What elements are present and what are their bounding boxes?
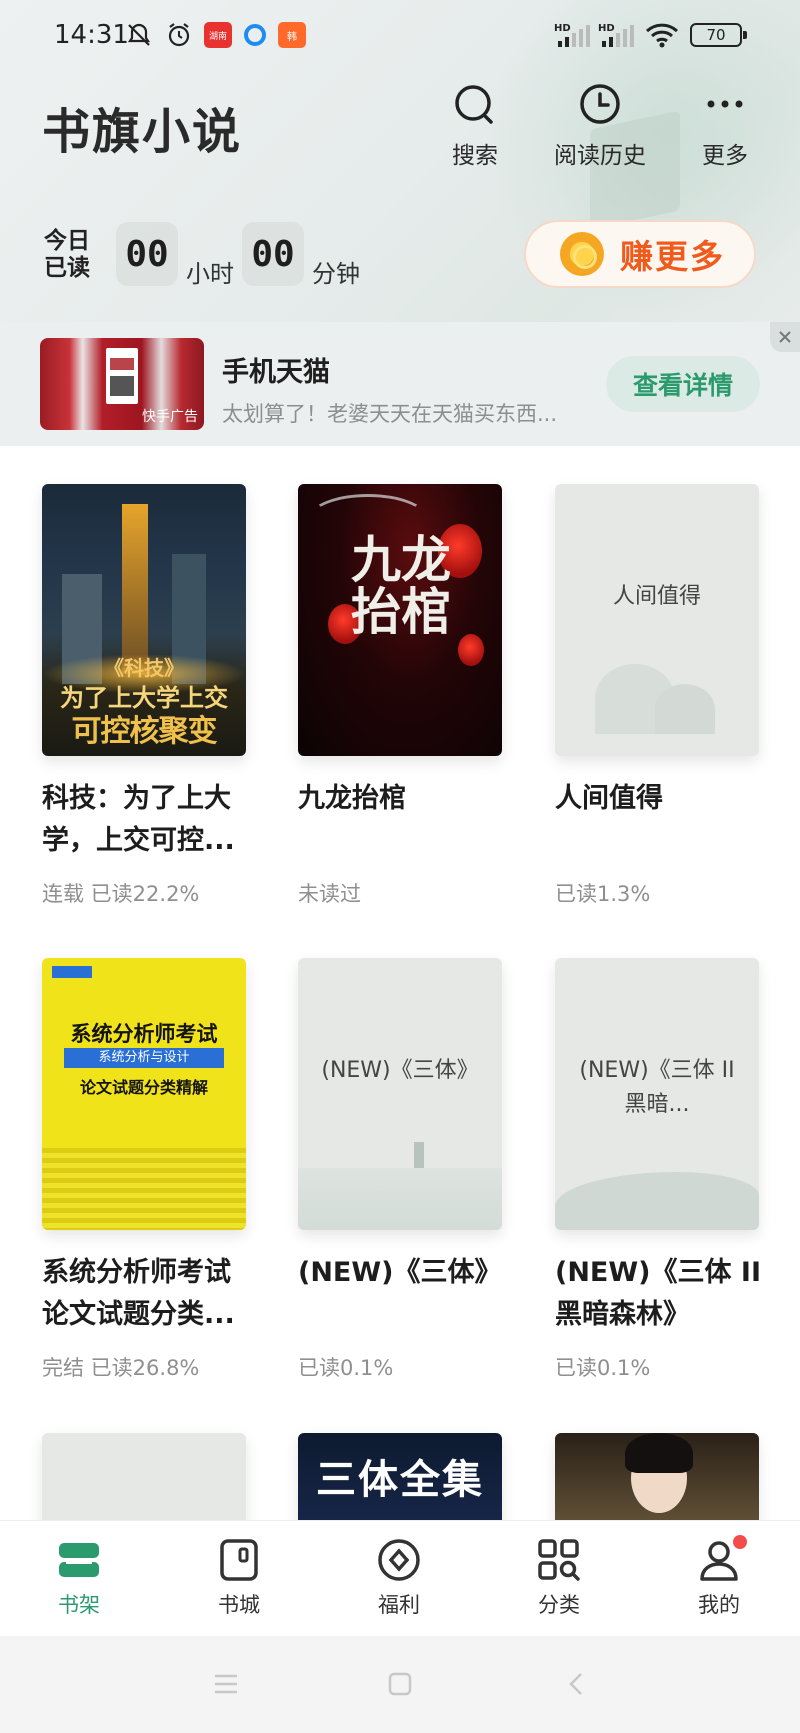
book-status: 已读0.1% [555, 1356, 651, 1380]
reading-history-button[interactable]: 阅读历史 [545, 82, 655, 170]
recent-apps-button[interactable] [206, 1666, 246, 1702]
book-status: 连载 已读22.2% [42, 882, 200, 906]
ad-title: 手机天猫 [222, 357, 330, 388]
ad-description: 太划算了！老婆天天在天猫买东西... [222, 402, 558, 426]
nav-category-label: 分类 [538, 1593, 580, 1617]
book-title: 人间值得 [555, 783, 663, 814]
search-icon [455, 85, 493, 124]
svg-text:HD: HD [554, 23, 571, 34]
cover-text: (NEW)《三体 II 黑暗... [579, 1058, 735, 1117]
ad-view-details-button[interactable]: 查看详情 [606, 356, 760, 412]
app-notification-icon [242, 22, 268, 48]
earn-more-button[interactable]: 赚更多 [524, 220, 756, 288]
book-item[interactable]: 系统分析师考试 系统分析与设计 论文试题分类精解 系统分析师考试论文试题分类..… [42, 958, 246, 1382]
notification-dot [733, 1535, 747, 1549]
category-icon [538, 1539, 580, 1581]
nav-category[interactable]: 分类 [499, 1537, 619, 1619]
nav-profile[interactable]: 我的 [659, 1535, 779, 1619]
nav-bookstore-label: 书城 [218, 1593, 260, 1617]
status-bar: 14:31 湖南 韩 HD HD 70 [0, 0, 800, 70]
mute-icon [124, 20, 154, 50]
battery-icon: 70 [690, 23, 747, 47]
bottom-navigation: 书架 书城 福利 分类 我的 [0, 1520, 800, 1636]
book-cover: (NEW)《三体》 [298, 958, 502, 1230]
nav-bookshelf-label: 书架 [58, 1593, 100, 1617]
close-icon [779, 331, 791, 343]
app-notification-icon: 韩 [278, 22, 306, 48]
hours-unit: 小时 [186, 260, 234, 288]
book-item[interactable]: 《科技》 为了上大学上交 可控核聚变 科技：为了上大学，上交可控... 连载 已… [42, 484, 246, 908]
book-item[interactable]: 人间值得 人间值得 已读1.3% [555, 484, 759, 908]
coin-icon [560, 232, 604, 276]
book-item[interactable]: 九龙抬棺 九龙抬棺 未读过 [298, 484, 502, 908]
cover-text: 九龙抬棺 [351, 530, 451, 641]
book-cover: 九龙抬棺 [298, 484, 502, 756]
ad-source-label: 快手广告 [142, 409, 198, 425]
ad-close-button[interactable] [770, 322, 800, 352]
system-navigation-bar [0, 1636, 800, 1733]
today-read-label: 今日已读 [44, 228, 90, 281]
book-status: 未读过 [298, 882, 361, 906]
nav-bookstore[interactable]: 书城 [179, 1537, 299, 1619]
cover-text: 可控核聚变 [71, 714, 218, 749]
back-chevron-icon [569, 1673, 582, 1695]
earn-more-label: 赚更多 [620, 237, 725, 276]
book-title: (NEW)《三体》 [298, 1257, 502, 1288]
book-item[interactable]: (NEW)《三体》 (NEW)《三体》 已读0.1% [298, 958, 502, 1382]
signal-icon: HD [554, 20, 592, 50]
ad-thumbnail: 快手广告 [40, 338, 204, 430]
book-title: 系统分析师考试论文试题分类... [42, 1257, 235, 1330]
search-label: 搜索 [452, 143, 498, 169]
cover-text: 《科技》 [104, 656, 184, 680]
nav-welfare-label: 福利 [378, 1593, 420, 1617]
bookshelf-icon [59, 1543, 99, 1577]
wifi-icon [644, 20, 680, 50]
more-dots-icon [707, 100, 743, 108]
home-square-icon [388, 1672, 412, 1696]
book-status: 完结 已读26.8% [42, 1356, 200, 1380]
reading-history-label: 阅读历史 [554, 143, 646, 169]
clock-icon [580, 84, 620, 124]
cover-text: 系统分析师考试 [70, 1022, 218, 1046]
nav-profile-label: 我的 [698, 1593, 740, 1617]
bookstore-icon [220, 1539, 258, 1581]
book-cover: 系统分析师考试 系统分析与设计 论文试题分类精解 [42, 958, 246, 1230]
book-title: 科技：为了上大学，上交可控... [42, 783, 235, 856]
book-cover: (NEW)《三体 II 黑暗... [555, 958, 759, 1230]
book-cover: 人间值得 [555, 484, 759, 756]
book-cover: 《科技》 为了上大学上交 可控核聚变 [42, 484, 246, 756]
read-minutes-value: 00 [242, 222, 304, 286]
app-notification-icon: 湖南 [204, 22, 232, 48]
cover-text: 论文试题分类精解 [79, 1078, 208, 1097]
search-button[interactable]: 搜索 [420, 82, 530, 170]
cover-text: 系统分析与设计 [64, 1048, 224, 1068]
welfare-icon [378, 1539, 420, 1581]
signal-icon: HD [598, 20, 636, 50]
book-item[interactable]: (NEW)《三体 II 黑暗... (NEW)《三体 II 黑暗森林》 已读0.… [555, 958, 761, 1382]
book-title: 九龙抬棺 [298, 783, 406, 814]
status-time: 14:31 [54, 20, 129, 50]
read-hours-value: 00 [116, 222, 178, 286]
minutes-unit: 分钟 [312, 260, 360, 288]
alarm-icon [164, 20, 194, 50]
home-button[interactable] [380, 1666, 420, 1702]
cover-text: 三体全集 [316, 1457, 484, 1503]
svg-text:HD: HD [598, 23, 615, 34]
app-title: 书旗小说 [42, 104, 243, 160]
nav-bookshelf[interactable]: 书架 [19, 1537, 139, 1619]
cover-text: 人间值得 [612, 584, 701, 609]
book-status: 已读1.3% [555, 882, 651, 906]
menu-icon [215, 1674, 237, 1694]
nav-welfare[interactable]: 福利 [339, 1537, 459, 1619]
book-status: 已读0.1% [298, 1356, 394, 1380]
back-button[interactable] [556, 1666, 596, 1702]
book-title: (NEW)《三体 II 黑暗森林》 [555, 1257, 761, 1330]
cover-text: (NEW)《三体》 [321, 1058, 479, 1083]
more-label: 更多 [702, 143, 748, 169]
more-button[interactable]: 更多 [670, 82, 780, 170]
